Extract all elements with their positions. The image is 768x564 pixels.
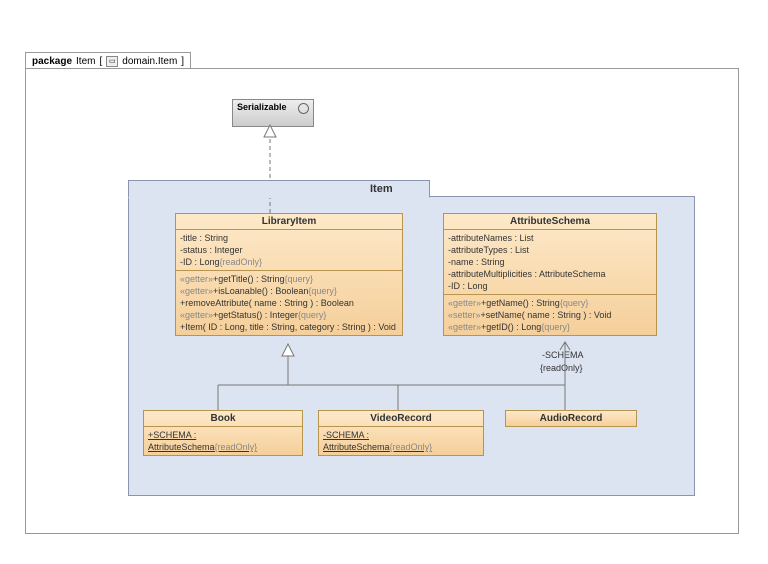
- class-attribute-schema[interactable]: AttributeSchema -attributeNames : List -…: [443, 213, 657, 336]
- op-row: «getter»+getStatus() : Integer{query}: [180, 309, 398, 321]
- package-name: Item: [76, 54, 95, 69]
- op-row: +removeAttribute( name : String ) : Bool…: [180, 297, 398, 309]
- attributes-section: +SCHEMA : AttributeSchema{readOnly}: [144, 427, 302, 455]
- class-title: Book: [144, 411, 302, 427]
- class-video-record[interactable]: VideoRecord -SCHEMA : AttributeSchema{re…: [318, 410, 484, 456]
- class-book[interactable]: Book +SCHEMA : AttributeSchema{readOnly}: [143, 410, 303, 456]
- attr-row: -title : String: [180, 232, 398, 244]
- attr-row: -attributeNames : List: [448, 232, 652, 244]
- operations-section: «getter»+getName() : String{query} «sett…: [444, 295, 656, 335]
- assoc-role-label: -SCHEMA: [542, 350, 584, 360]
- attr-row: -ID : Long: [448, 280, 652, 292]
- op-row: «getter»+getID() : Long{query}: [448, 321, 652, 333]
- attributes-section: -SCHEMA : AttributeSchema{readOnly}: [319, 427, 483, 455]
- class-library-item[interactable]: LibraryItem -title : String -status : In…: [175, 213, 403, 336]
- class-title: AudioRecord: [506, 411, 636, 426]
- package-icon: ▭: [106, 56, 118, 67]
- interface-serializable[interactable]: Serializable: [232, 99, 314, 127]
- assoc-constraint-label: {readOnly}: [540, 363, 583, 373]
- attributes-section: -title : String -status : Integer -ID : …: [176, 230, 402, 271]
- class-audio-record[interactable]: AudioRecord: [505, 410, 637, 427]
- op-row: «getter»+getTitle() : String{query}: [180, 273, 398, 285]
- interface-icon: [298, 103, 309, 114]
- attributes-section: -attributeNames : List -attributeTypes :…: [444, 230, 656, 295]
- attr-row: -attributeMultiplicities : AttributeSche…: [448, 268, 652, 280]
- class-title: LibraryItem: [176, 214, 402, 230]
- attr-row: +SCHEMA : AttributeSchema{readOnly}: [148, 430, 257, 452]
- attr-row: -status : Integer: [180, 244, 398, 256]
- operations-section: «getter»+getTitle() : String{query} «get…: [176, 271, 402, 335]
- inner-package-title: Item: [370, 183, 670, 195]
- attr-row: -SCHEMA : AttributeSchema{readOnly}: [323, 430, 432, 452]
- op-row: «getter»+isLoanable() : Boolean{query}: [180, 285, 398, 297]
- attr-row: -attributeTypes : List: [448, 244, 652, 256]
- op-row: «getter»+getName() : String{query}: [448, 297, 652, 309]
- package-qualified: domain.Item: [122, 54, 177, 69]
- attr-row: -ID : Long{readOnly}: [180, 256, 398, 268]
- op-row: +Item( ID : Long, title : String, catego…: [180, 321, 398, 333]
- uml-canvas: package Item [ ▭ domain.Item ] Item Seri…: [0, 0, 768, 564]
- package-keyword: package: [32, 54, 72, 69]
- class-title: AttributeSchema: [444, 214, 656, 230]
- op-row: «setter»+setName( name : String ) : Void: [448, 309, 652, 321]
- attr-row: -name : String: [448, 256, 652, 268]
- class-title: VideoRecord: [319, 411, 483, 427]
- package-tab: package Item [ ▭ domain.Item ]: [25, 52, 191, 69]
- interface-label: Serializable: [237, 102, 287, 112]
